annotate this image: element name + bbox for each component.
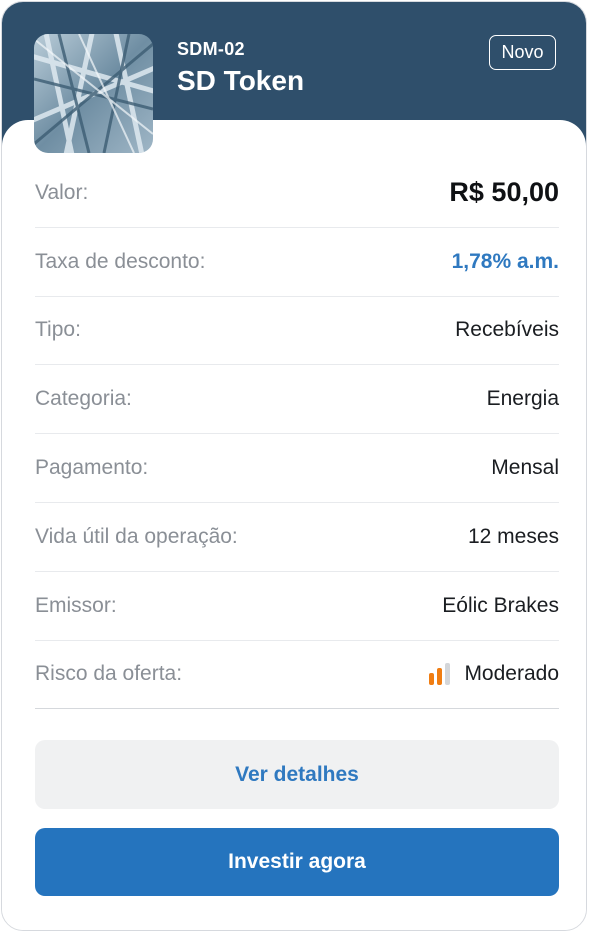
token-code: SDM-02	[177, 39, 245, 59]
payment-value: Mensal	[491, 456, 559, 480]
payment-label: Pagamento:	[35, 456, 149, 480]
type-label: Tipo:	[35, 318, 81, 342]
offer-card: SDM-02 SD Token Novo Valor: R$ 50,00 Tax…	[1, 1, 587, 931]
issuer-label: Emissor:	[35, 593, 117, 617]
row-type: Tipo: Recebíveis	[35, 297, 559, 366]
lifetime-label: Vida útil da operação:	[35, 524, 238, 548]
details-list: Valor: R$ 50,00 Taxa de desconto: 1,78% …	[35, 159, 559, 710]
row-rate: Taxa de desconto: 1,78% a.m.	[35, 228, 559, 297]
value-amount: R$ 50,00	[449, 177, 559, 208]
row-payment: Pagamento: Mensal	[35, 434, 559, 503]
value-label: Valor:	[35, 180, 89, 204]
lifetime-value: 12 meses	[467, 524, 559, 548]
risk-value: Moderado	[464, 662, 559, 686]
risk-label: Risco da oferta:	[35, 662, 183, 686]
type-value: Recebíveis	[455, 318, 559, 342]
issuer-value: Eólic Brakes	[442, 593, 559, 617]
risk-value-wrap: Moderado	[429, 662, 559, 686]
token-title: SD Token	[177, 65, 305, 96]
rate-value: 1,78% a.m.	[451, 249, 559, 273]
row-lifetime: Vida útil da operação: 12 meses	[35, 503, 559, 572]
row-issuer: Emissor: Eólic Brakes	[35, 572, 559, 641]
risk-bar	[429, 673, 435, 686]
row-value: Valor: R$ 50,00	[35, 159, 559, 228]
risk-bar	[445, 663, 451, 686]
risk-bar	[437, 668, 443, 686]
row-category: Categoria: Energia	[35, 365, 559, 435]
token-image	[34, 34, 153, 153]
category-value: Energia	[486, 387, 559, 411]
invest-now-button[interactable]: Investir agora	[35, 828, 559, 896]
row-risk: Risco da oferta: Moderado	[35, 641, 559, 710]
category-label: Categoria:	[35, 387, 132, 411]
rate-label: Taxa de desconto:	[35, 249, 206, 273]
view-details-button[interactable]: Ver detalhes	[35, 740, 559, 809]
signal-bars-icon	[429, 663, 451, 686]
new-badge: Novo	[489, 35, 556, 70]
